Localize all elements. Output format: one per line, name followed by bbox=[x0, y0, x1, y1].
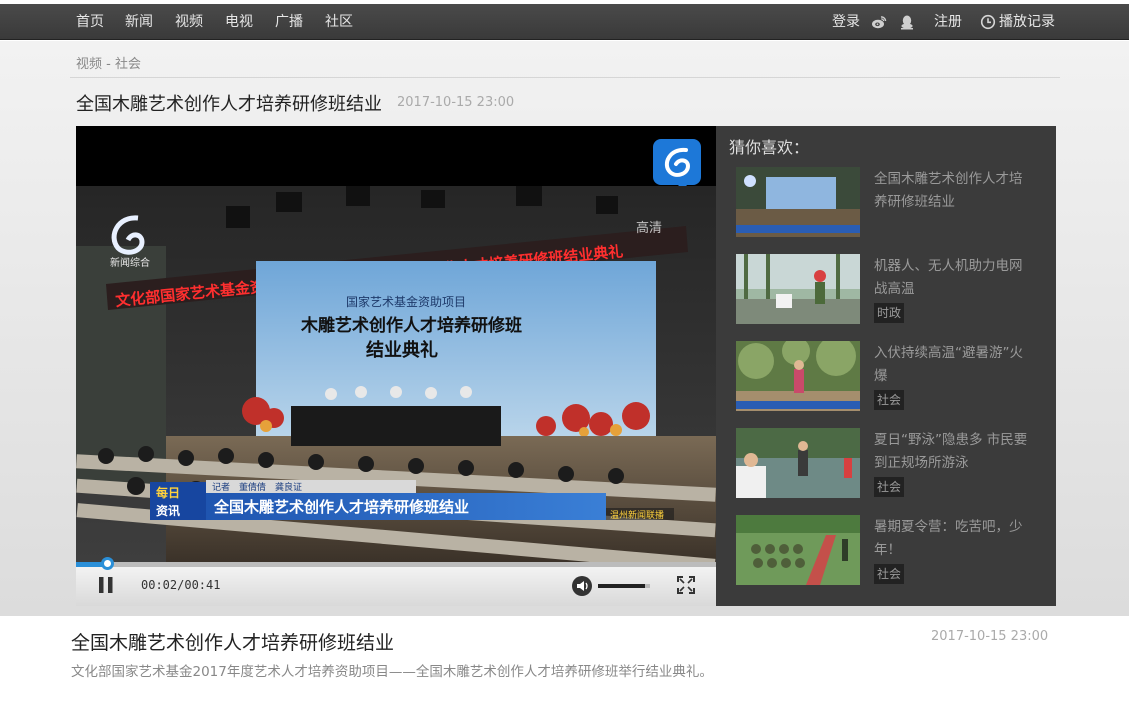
video-thumbnail[interactable] bbox=[736, 341, 860, 411]
time-readout: 00:02/00:41 bbox=[141, 578, 221, 592]
screen-line-1: 国家艺术基金资助项目 bbox=[346, 294, 466, 309]
volume-slider[interactable] bbox=[598, 584, 650, 588]
video-player[interactable]: 文化部国家艺术基金资助项目——全国木雕艺术创作人才培养研修班结业典礼 国家艺术基… bbox=[76, 126, 716, 606]
category-tag[interactable]: 社会 bbox=[874, 390, 905, 410]
nav-home[interactable]: 首页 bbox=[76, 4, 104, 40]
fullscreen-icon[interactable] bbox=[677, 576, 695, 594]
category-tag[interactable]: 社会 bbox=[874, 564, 905, 584]
program-badge-2: 资讯 bbox=[156, 503, 180, 518]
pause-icon[interactable] bbox=[97, 576, 115, 594]
progress-knob[interactable] bbox=[101, 557, 114, 570]
video-thumbnail[interactable] bbox=[736, 515, 860, 585]
reporter-credit: 记者 董倩倩 龚良证 bbox=[212, 481, 302, 493]
screen-line-2: 木雕艺术创作人才培养研修班 bbox=[300, 315, 522, 336]
category-tag[interactable]: 时政 bbox=[874, 303, 905, 323]
recommendation-title-text[interactable]: 暑期夏令营：吃苦吧，少年！ bbox=[874, 516, 1034, 562]
top-nav-bar: 首页 新闻 视频 电视 广播 社区 登录 注册 播放记录 bbox=[0, 4, 1129, 40]
video-thumbnail[interactable] bbox=[736, 254, 860, 324]
nav-video[interactable]: 视频 bbox=[175, 4, 203, 40]
video-thumbnail[interactable] bbox=[736, 167, 860, 237]
nav-radio[interactable]: 广播 bbox=[275, 4, 303, 40]
recommendation-item[interactable]: 入伏持续高温“避暑游”火爆 社会 bbox=[736, 341, 1046, 413]
video-description: 文化部国家艺术基金2017年度艺术人才培养资助项目——全国木雕艺术创作人才培养研… bbox=[71, 664, 713, 680]
program-badge-1: 每日 bbox=[156, 485, 180, 500]
breadcrumb[interactable]: 视频 - 社会 bbox=[76, 53, 141, 72]
clock-icon bbox=[980, 14, 996, 30]
recommendation-title: 猜你喜欢： bbox=[729, 138, 810, 157]
screen-line-3: 结业典礼 bbox=[366, 339, 438, 361]
video-title: 全国木雕艺术创作人才培养研修班结业 bbox=[71, 632, 395, 654]
nav-news[interactable]: 新闻 bbox=[125, 4, 153, 40]
video-scene-image: 文化部国家艺术基金资助项目——全国木雕艺术创作人才培养研修班结业典礼 国家艺术基… bbox=[76, 186, 716, 564]
recommendation-item[interactable]: 暑期夏令营：吃苦吧，少年！ 社会 bbox=[736, 515, 1046, 587]
hd-label: 高清 bbox=[636, 220, 662, 236]
program-corner-label: 温州新闻联播 bbox=[610, 509, 664, 521]
caption-text: 全国木雕艺术创作人才培养研修班结业 bbox=[213, 498, 469, 516]
recommendation-title-text[interactable]: 机器人、无人机助力电网战高温 bbox=[874, 255, 1034, 301]
recommendation-item[interactable]: 夏日“野泳”隐患多 市民要到正规场所游泳 社会 bbox=[736, 428, 1046, 500]
channel-label: 新闻综合 bbox=[110, 256, 150, 269]
recommendation-panel: 猜你喜欢： 全国木雕艺术创作人才培养研修班结业 机器人、无人机助力电网战高温 时… bbox=[716, 126, 1056, 606]
publish-date: 2017-10-15 23:00 bbox=[397, 95, 515, 110]
recommendation-item[interactable]: 全国木雕艺术创作人才培养研修班结业 bbox=[736, 167, 1046, 239]
recommendation-item[interactable]: 机器人、无人机助力电网战高温 时政 bbox=[736, 254, 1046, 326]
recommendation-title-text[interactable]: 夏日“野泳”隐患多 市民要到正规场所游泳 bbox=[874, 429, 1034, 475]
qq-icon[interactable] bbox=[899, 14, 915, 30]
breadcrumb-divider bbox=[70, 77, 1060, 78]
history-link[interactable]: 播放记录 bbox=[999, 4, 1055, 40]
recommendation-title-text[interactable]: 全国木雕艺术创作人才培养研修班结业 bbox=[874, 168, 1034, 214]
player-controls: 00:02/00:41 bbox=[76, 557, 716, 606]
volume-level bbox=[598, 584, 645, 588]
register-link[interactable]: 注册 bbox=[934, 4, 962, 40]
page-title: 全国木雕艺术创作人才培养研修班结业 bbox=[76, 94, 382, 115]
category-tag[interactable]: 社会 bbox=[874, 477, 905, 497]
video-thumbnail[interactable] bbox=[736, 428, 860, 498]
progress-bar[interactable] bbox=[76, 557, 716, 570]
login-link[interactable]: 登录 bbox=[832, 4, 860, 40]
recommendation-title-text[interactable]: 入伏持续高温“避暑游”火爆 bbox=[874, 342, 1034, 388]
nav-community[interactable]: 社区 bbox=[325, 4, 353, 40]
weibo-icon[interactable] bbox=[871, 14, 887, 30]
volume-icon[interactable] bbox=[571, 575, 593, 597]
video-date: 2017-10-15 23:00 bbox=[931, 629, 1049, 644]
channel-logo-icon bbox=[653, 139, 701, 190]
nav-tv[interactable]: 电视 bbox=[225, 4, 253, 40]
video-frame[interactable]: 文化部国家艺术基金资助项目——全国木雕艺术创作人才培养研修班结业典礼 国家艺术基… bbox=[76, 186, 716, 564]
